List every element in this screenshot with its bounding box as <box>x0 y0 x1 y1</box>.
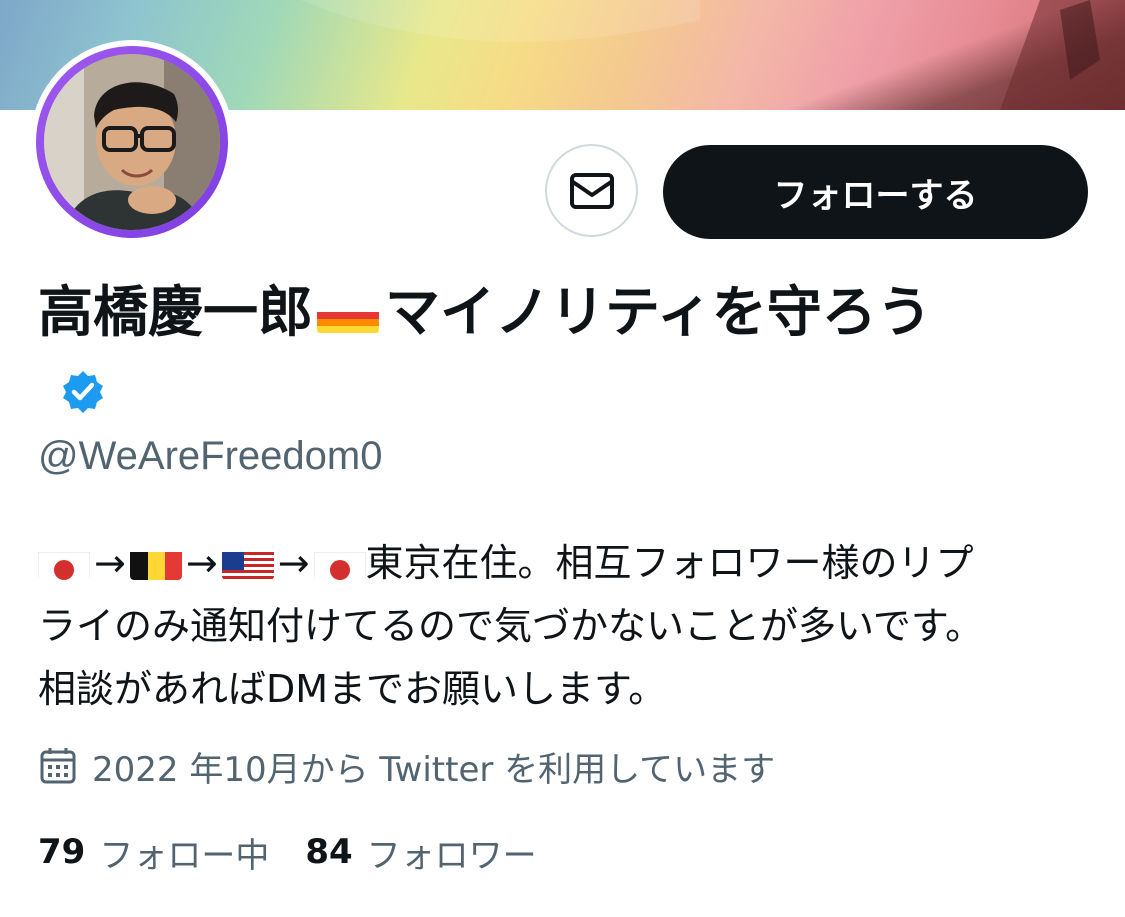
follow-stats: 79 フォロー中 84 フォロワー <box>38 826 537 878</box>
user-handle: @WeAreFreedom0 <box>38 434 383 478</box>
arrow: → <box>185 541 218 585</box>
bio-text-line1: 東京在住。相互フォロワー様のリプ <box>365 541 974 585</box>
avatar[interactable] <box>44 54 220 230</box>
followers-label[interactable]: フォロワー <box>367 828 537 877</box>
followers-count[interactable]: 84 <box>305 832 352 872</box>
arrow: → <box>277 541 310 585</box>
message-button[interactable] <box>545 144 638 237</box>
arrow: → <box>94 541 126 585</box>
joined-text: 2022 年10月から Twitter を利用しています <box>92 749 776 790</box>
follow-button-label: フォローする <box>773 175 978 216</box>
envelope-icon <box>569 172 614 209</box>
bio-text-line3: 相談があればDMまでお願いします。 <box>38 667 667 711</box>
display-name-text: 高橋慶一郎 <box>38 280 314 344</box>
japan-flag-icon <box>38 544 90 580</box>
follow-button[interactable]: フォローする <box>663 145 1088 239</box>
verified-badge-icon[interactable] <box>60 356 106 436</box>
belgium-flag-icon <box>129 544 182 580</box>
joined-date: 2022 年10月から Twitter を利用しています <box>38 744 776 790</box>
following-label[interactable]: フォロー中 <box>99 828 269 877</box>
avatar-photo <box>44 54 220 230</box>
display-name: 高橋慶一郎 マイノリティを守ろう <box>38 272 998 436</box>
usa-flag-icon <box>221 544 274 580</box>
bio-text-line2: ライのみ通知付けてるので気づかないことが多いです。 <box>38 604 984 648</box>
following-count[interactable]: 79 <box>38 832 85 872</box>
rainbow-flag-icon <box>317 293 380 333</box>
japan-flag-icon <box>313 544 366 580</box>
profile-bio: → → → 東京在住。相互フォロワー様のリプ ライのみ通知付けてるので気づかないことが… <box>38 532 1118 721</box>
display-name-text-2: マイノリティを守ろう <box>385 280 932 344</box>
calendar-icon <box>40 748 76 784</box>
